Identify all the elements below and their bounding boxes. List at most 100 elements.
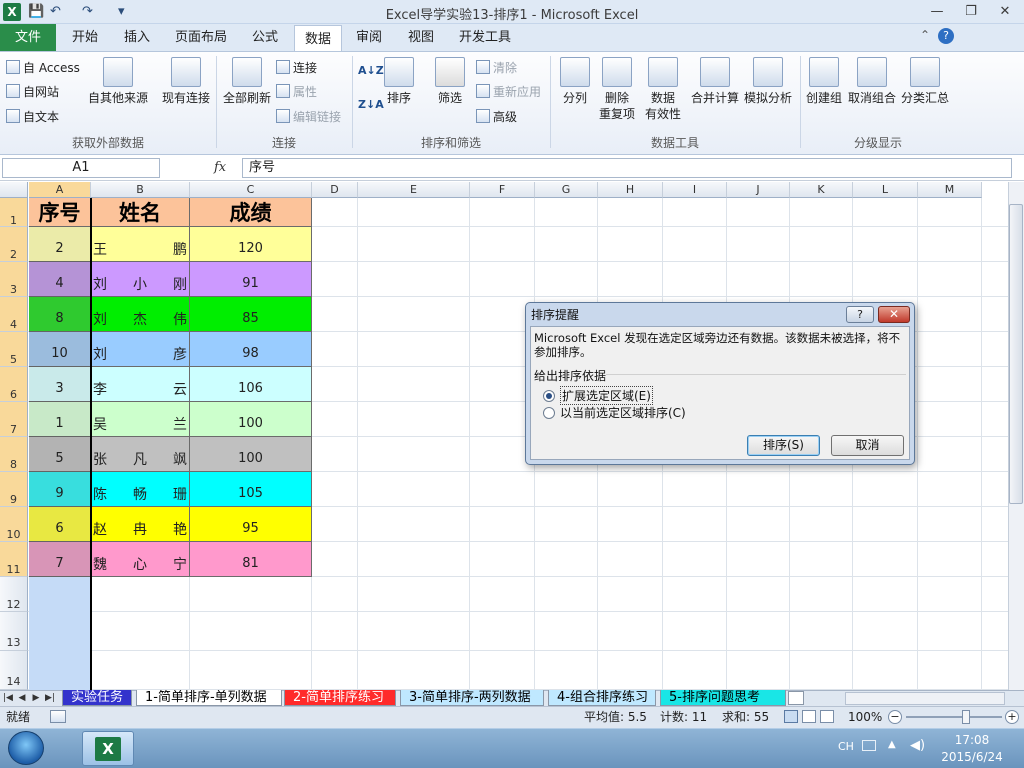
vertical-scroll-thumb[interactable] [1009,204,1023,504]
id-cell[interactable]: 8 [29,297,91,332]
column-header-j[interactable]: J [727,182,790,198]
score-cell[interactable]: 120 [190,227,312,262]
id-cell[interactable]: 7 [29,542,91,577]
reapply-button[interactable]: 重新应用 [476,82,541,102]
row-header-10[interactable]: 10 [0,507,28,542]
other-sources-button[interactable]: 自其他来源 [86,57,150,106]
tab-data[interactable]: 数据 [294,25,342,52]
from-access-button[interactable]: 自 Access [6,58,80,78]
remove-duplicates-button[interactable]: 删除 重复项 [596,57,638,122]
score-cell[interactable]: 100 [190,402,312,437]
name-cell[interactable]: 陈畅珊 [91,472,190,507]
name-box[interactable]: A1 [2,158,160,178]
horizontal-scrollbar[interactable] [845,692,1005,705]
next-sheet-icon[interactable]: ▶ [30,691,42,705]
tab-insert[interactable]: 插入 [114,24,160,51]
zoom-in-icon[interactable]: + [1005,710,1019,724]
data-validation-button[interactable]: 数据 有效性 [640,57,686,122]
id-cell[interactable]: 6 [29,507,91,542]
tab-page-layout[interactable]: 页面布局 [168,24,234,51]
tab-view[interactable]: 视图 [398,24,444,51]
page-layout-view-icon[interactable] [802,710,816,723]
dialog-help-button[interactable]: ? [846,306,874,323]
macro-record-icon[interactable] [50,710,66,723]
start-button[interactable] [8,731,44,765]
id-cell[interactable]: 1 [29,402,91,437]
connections-button[interactable]: 连接 [276,58,317,78]
sheet-tab[interactable]: 实验任务 [62,690,132,706]
id-cell[interactable]: 10 [29,332,91,367]
score-cell[interactable]: 81 [190,542,312,577]
first-sheet-icon[interactable]: |◀ [2,691,14,705]
filter-button[interactable]: 筛选 [434,57,466,106]
sort-az-button[interactable]: A↓Z [358,64,384,77]
column-header-f[interactable]: F [470,182,535,198]
normal-view-icon[interactable] [784,710,798,723]
minimize-button[interactable]: — [924,2,950,22]
sheet-tab[interactable]: 5-排序问题思考 [660,690,786,706]
id-cell[interactable]: 3 [29,367,91,402]
row-header-5[interactable]: 5 [0,332,28,367]
ribbon-collapse-icon[interactable]: ⌃ [920,28,930,42]
id-cell[interactable]: 5 [29,437,91,472]
subtotal-button[interactable]: 分类汇总 [900,57,950,106]
insert-function-icon[interactable]: fx [214,158,238,178]
page-break-view-icon[interactable] [820,710,834,723]
help-icon[interactable]: ? [938,28,954,44]
group-button[interactable]: 创建组 [804,57,844,106]
zoom-out-icon[interactable]: − [888,710,902,724]
row-header-13[interactable]: 13 [0,612,28,651]
score-cell[interactable]: 91 [190,262,312,297]
tray-expand-icon[interactable]: ▲ [888,739,896,750]
id-cell[interactable]: 9 [29,472,91,507]
name-cell[interactable]: 王鹏 [91,227,190,262]
tab-formulas[interactable]: 公式 [242,24,288,51]
column-header-k[interactable]: K [790,182,853,198]
table-header-cell[interactable]: 姓名 [91,198,190,227]
row-header-2[interactable]: 2 [0,227,28,262]
cancel-button[interactable]: 取消 [831,435,904,456]
restore-button[interactable]: ❐ [958,2,984,22]
name-cell[interactable]: 吴兰 [91,402,190,437]
from-web-button[interactable]: 自网站 [6,82,59,102]
id-cell[interactable]: 4 [29,262,91,297]
column-header-h[interactable]: H [598,182,663,198]
row-header-3[interactable]: 3 [0,262,28,297]
sort-za-button[interactable]: Z↓A [358,98,384,111]
score-cell[interactable]: 98 [190,332,312,367]
what-if-analysis-button[interactable]: 模拟分析 [742,57,794,106]
properties-button[interactable]: 属性 [276,82,317,102]
column-header-m[interactable]: M [918,182,982,198]
sort-button[interactable]: 排序 [384,57,414,106]
tab-home[interactable]: 开始 [62,24,108,51]
consolidate-button[interactable]: 合并计算 [688,57,742,106]
taskbar-excel-button[interactable]: X [82,731,134,766]
tab-review[interactable]: 审阅 [346,24,392,51]
formula-input[interactable]: 序号 [242,158,1012,178]
column-header-a[interactable]: A [29,182,91,198]
text-to-columns-button[interactable]: 分列 [558,57,592,106]
sheet-tab[interactable]: 2-简单排序练习 [284,690,396,706]
current-selection-option[interactable]: 以当前选定区域排序(C) [543,404,686,421]
dialog-close-button[interactable]: ✕ [878,306,910,323]
row-header-11[interactable]: 11 [0,542,28,577]
clock[interactable]: 17:08 2015/6/24 [936,732,1008,766]
sheet-tab[interactable]: 3-简单排序-两列数据 [400,690,544,706]
column-header-i[interactable]: I [663,182,727,198]
name-cell[interactable]: 张凡飒 [91,437,190,472]
ungroup-button[interactable]: 取消组合 [846,57,898,106]
sheet-tab[interactable]: 1-简单排序-单列数据 [136,690,282,706]
column-header-e[interactable]: E [358,182,470,198]
existing-connections-button[interactable]: 现有连接 [158,57,214,106]
expand-selection-option[interactable]: 扩展选定区域(E) [543,386,653,405]
tab-developer[interactable]: 开发工具 [452,24,518,51]
clear-button[interactable]: 清除 [476,58,517,78]
insert-sheet-icon[interactable] [788,691,804,705]
column-header-g[interactable]: G [535,182,598,198]
sort-confirm-button[interactable]: 排序(S) [747,435,820,456]
close-button[interactable]: ✕ [992,2,1018,22]
row-header-12[interactable]: 12 [0,577,28,612]
zoom-slider[interactable] [906,716,1002,718]
refresh-all-button[interactable]: 全部刷新 [222,57,272,106]
score-cell[interactable]: 105 [190,472,312,507]
